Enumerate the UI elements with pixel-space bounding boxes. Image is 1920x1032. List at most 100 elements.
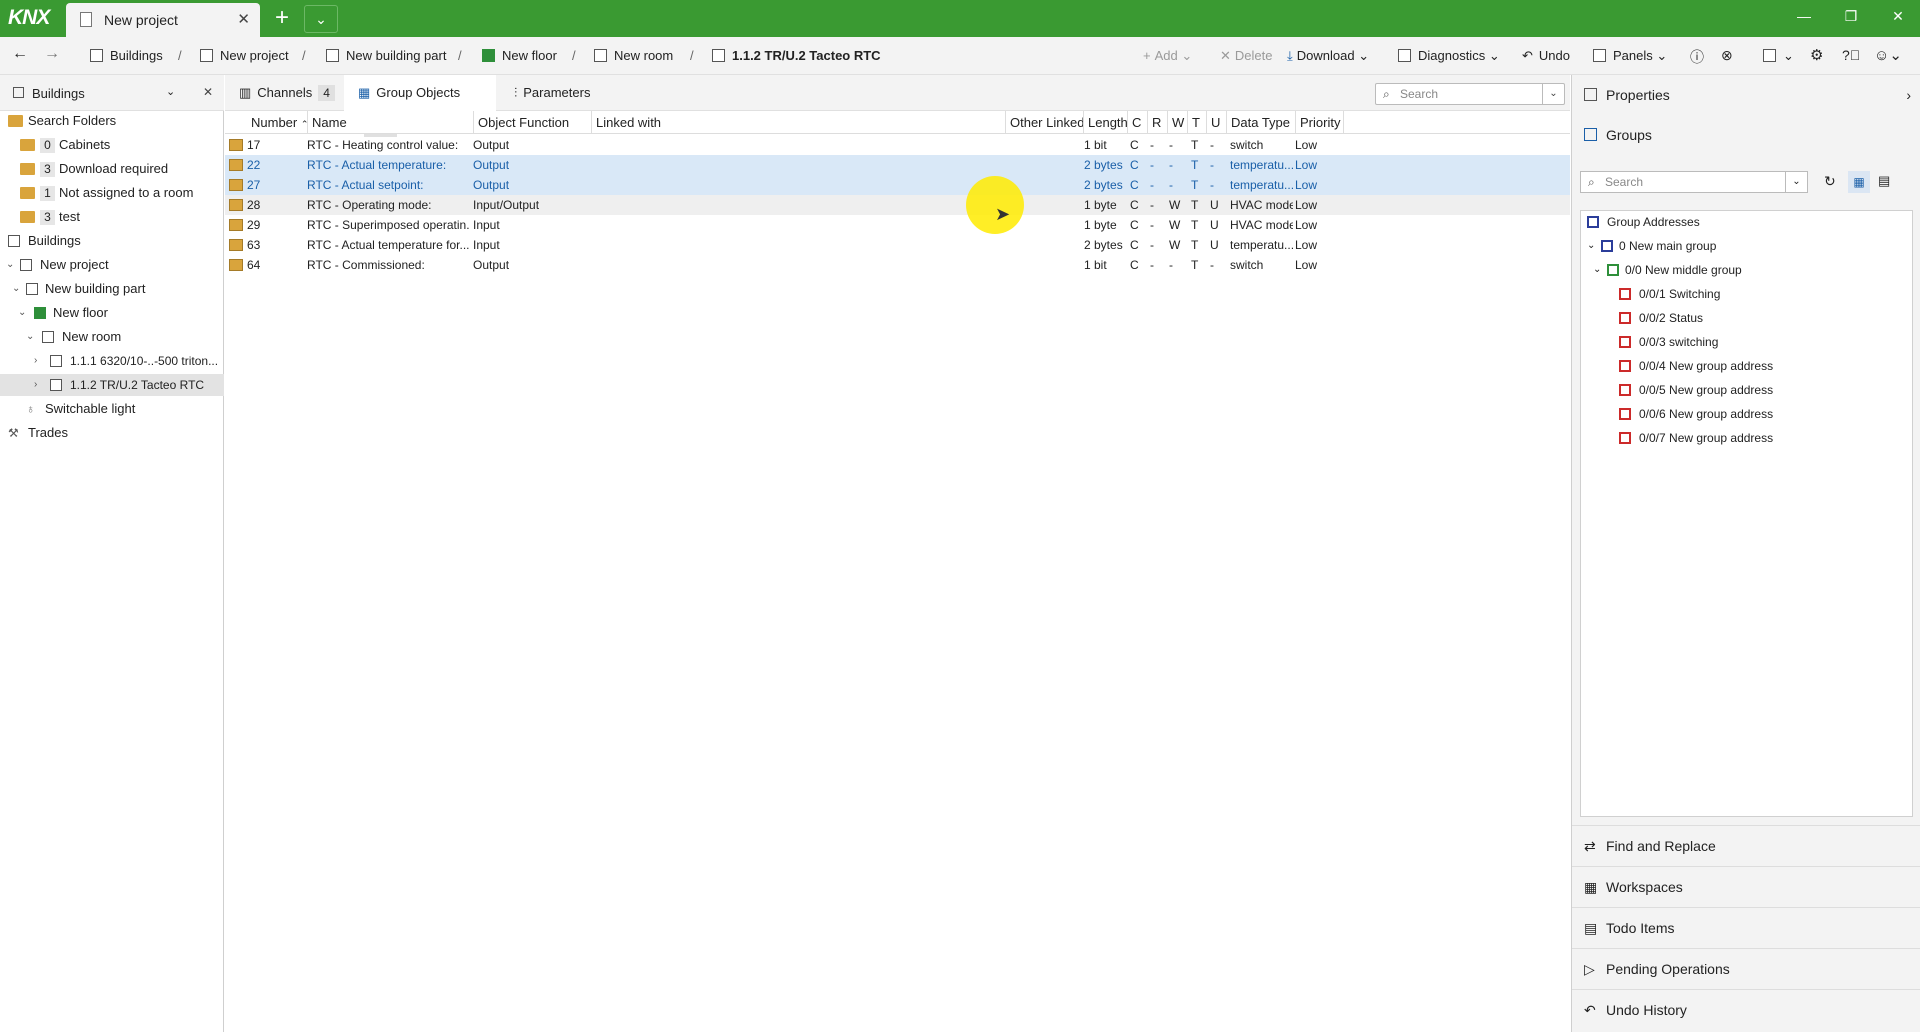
tree-item-main-group[interactable]: ⌄ 0 New main group (1587, 235, 1887, 257)
search-dropdown-chevron-icon[interactable]: ⌄ (1542, 84, 1564, 104)
delete-button[interactable]: ✕ Delete (1220, 48, 1272, 64)
close-window-icon[interactable]: ✕ (1886, 8, 1910, 30)
chevron-right-icon[interactable]: › (34, 374, 37, 396)
close-tab-icon[interactable]: ✕ (237, 10, 250, 28)
right-panel: Properties › Groups ⌕ Search ⌄ ↻ ▦ ▤ Gro… (1571, 75, 1920, 1032)
table-row[interactable]: 64 RTC - Commissioned: Output 1 bit C - - T - swi… (225, 255, 1570, 275)
column-header-data-type[interactable]: Data Type (1226, 111, 1290, 134)
tree-item-floor[interactable]: ⌄ New floor (0, 302, 224, 324)
column-header-priority[interactable]: Priority (1295, 111, 1340, 134)
table-row[interactable]: 63 RTC - Actual temperature for... Input 2 … (225, 235, 1570, 255)
column-header-name[interactable]: Name (307, 111, 347, 134)
table-row[interactable]: 17 RTC - Heating control value: Output 1 bi… (225, 135, 1570, 155)
cell-length: 1 byte (1084, 218, 1117, 232)
add-button[interactable]: + Add ⌄ (1143, 48, 1192, 64)
info-icon[interactable]: ⓘ (1690, 47, 1704, 67)
groups-search-input[interactable]: Search (1605, 175, 1643, 189)
column-header-t[interactable]: T (1187, 111, 1200, 134)
cell-prio: Low (1295, 158, 1318, 172)
search-box[interactable]: ⌕ Search ⌄ (1375, 83, 1565, 105)
chevron-down-icon[interactable]: ⌄ (6, 254, 14, 276)
table-row[interactable]: 29 RTC - Superimposed operatin... Input 1 b… (225, 215, 1570, 235)
panels-button[interactable]: Panels ⌄ (1593, 48, 1667, 64)
tree-item-test[interactable]: 3 test (0, 206, 224, 228)
tree-item-new-project[interactable]: ⌄ New project (0, 254, 224, 276)
column-header-u[interactable]: U (1206, 111, 1220, 134)
tree-item-not-assigned[interactable]: 1 Not assigned to a room (0, 182, 224, 204)
help-icon[interactable]: ?⃝ (1842, 47, 1860, 63)
column-header-c[interactable]: C (1127, 111, 1141, 134)
tree-item-search-folders[interactable]: Search Folders (0, 110, 224, 132)
tree-item-switchable-light[interactable]: ♁ Switchable light (0, 398, 224, 420)
close-panel-icon[interactable]: ✕ (203, 85, 213, 99)
column-header-length[interactable]: Length (1083, 111, 1128, 134)
column-header-number[interactable]: Number ⌃ (251, 115, 308, 130)
project-tab[interactable]: New project ✕ (66, 3, 260, 37)
table-row[interactable]: 27 RTC - Actual setpoint: Output 2 bytes C - -… (225, 175, 1570, 195)
chevron-down-icon[interactable]: ⌄ (1785, 172, 1807, 192)
user-account-icon[interactable]: ☺⌄ (1874, 46, 1902, 64)
tree-item-building-part[interactable]: ⌄ New building part (0, 278, 224, 300)
tree-item-cabinets[interactable]: 0 Cabinets (0, 134, 224, 156)
cell-w: - (1169, 258, 1173, 272)
table-row[interactable]: 22 RTC - Actual temperature: Output 2 bytes… (225, 155, 1570, 175)
new-tab-button[interactable]: + (264, 5, 300, 33)
undo-button[interactable]: ↶ Undo (1522, 48, 1570, 64)
download-button[interactable]: ⤓ Download ⌄ (1287, 48, 1369, 64)
collapse-panel-chevron-icon[interactable]: › (1906, 75, 1911, 115)
chevron-down-icon[interactable]: ⌄ (18, 302, 26, 324)
tab-parameters[interactable]: ⫶ Parameters (500, 75, 610, 111)
back-arrow-icon[interactable]: ← (12, 45, 28, 63)
groups-tree: Group Addresses ⌄ 0 New main group ⌄ 0/0… (1580, 210, 1913, 817)
column-header-other-linked[interactable]: Other Linked (1005, 111, 1084, 134)
column-header-r[interactable]: R (1147, 111, 1161, 134)
tree-item-trades[interactable]: ⚒ Trades (0, 422, 224, 444)
diagnostics-button[interactable]: Diagnostics ⌄ (1398, 48, 1500, 64)
find-and-replace-section[interactable]: ⇄ Find and Replace (1572, 825, 1920, 866)
tree-item-device-2[interactable]: › 1.1.2 TR/U.2 Tacteo RTC (0, 374, 224, 396)
table-row[interactable]: 28 RTC - Operating mode: Input/Output 1 byt… (225, 195, 1570, 215)
groups-search-box[interactable]: ⌕ Search ⌄ (1580, 171, 1808, 193)
search-input[interactable]: Search (1400, 87, 1438, 101)
tab-group-objects[interactable]: ▦Group Objects2 / 7 (344, 75, 496, 137)
grid-view-icon[interactable]: ▦ (1848, 171, 1870, 193)
cell-dtype: temperatu... (1230, 178, 1293, 192)
chevron-right-icon[interactable]: › (34, 350, 37, 372)
tree-item-middle-group[interactable]: ⌄ 0/0 New middle group (1587, 259, 1887, 281)
tab-menu-chevron-icon[interactable]: ⌄ (304, 5, 338, 33)
chevron-down-icon[interactable]: ⌄ (1587, 235, 1595, 257)
pending-operations-section[interactable]: ▷ Pending Operations (1572, 948, 1920, 989)
chevron-down-icon[interactable]: ⌄ (166, 85, 175, 98)
chevron-down-icon[interactable]: ⌄ (26, 326, 34, 348)
forward-arrow-icon[interactable]: → (44, 45, 60, 63)
breadcrumb-room[interactable]: New room (594, 48, 673, 63)
column-header-linked-with[interactable]: Linked with (591, 111, 661, 134)
tree-item-buildings[interactable]: Buildings (0, 230, 224, 252)
undo-history-section[interactable]: ↶ Undo History (1572, 989, 1920, 1030)
chevron-down-icon[interactable]: ⌄ (12, 278, 20, 300)
minimize-icon[interactable]: — (1792, 8, 1816, 30)
tree-item-room[interactable]: ⌄ New room (0, 326, 224, 348)
chevron-down-icon[interactable]: ⌄ (1593, 259, 1601, 281)
breadcrumb-building-part[interactable]: New building part (326, 48, 446, 63)
todo-items-section[interactable]: ▤ Todo Items (1572, 907, 1920, 948)
groups-header[interactable]: Groups (1572, 115, 1920, 155)
workspace-menu-icon[interactable]: ⌄ (1763, 48, 1794, 64)
building-view-icon[interactable]: ▤ (1878, 173, 1890, 189)
refresh-icon[interactable]: ↻ (1824, 173, 1836, 190)
tree-item-download-required[interactable]: 3 Download required (0, 158, 224, 180)
cancel-circle-icon[interactable]: ⊗ (1721, 47, 1733, 64)
breadcrumb-buildings[interactable]: Buildings (90, 48, 163, 63)
column-header-object-function[interactable]: Object Function (473, 111, 569, 134)
properties-header[interactable]: Properties › (1572, 75, 1920, 115)
tab-channels[interactable]: ▥ Channels 4 (225, 75, 340, 111)
breadcrumb-device[interactable]: 1.1.2 TR/U.2 Tacteo RTC (712, 48, 881, 63)
gear-icon[interactable]: ⚙ (1810, 46, 1823, 64)
cell-u: U (1210, 198, 1219, 212)
tree-item-device-1[interactable]: › 1.1.1 6320/10-..-500 triton... (0, 350, 224, 372)
restore-icon[interactable]: ❐ (1839, 8, 1863, 30)
breadcrumb-floor[interactable]: New floor (482, 48, 557, 63)
workspaces-section[interactable]: ▦ Workspaces (1572, 866, 1920, 907)
breadcrumb-project[interactable]: New project (200, 48, 289, 63)
column-header-w[interactable]: W (1167, 111, 1184, 134)
